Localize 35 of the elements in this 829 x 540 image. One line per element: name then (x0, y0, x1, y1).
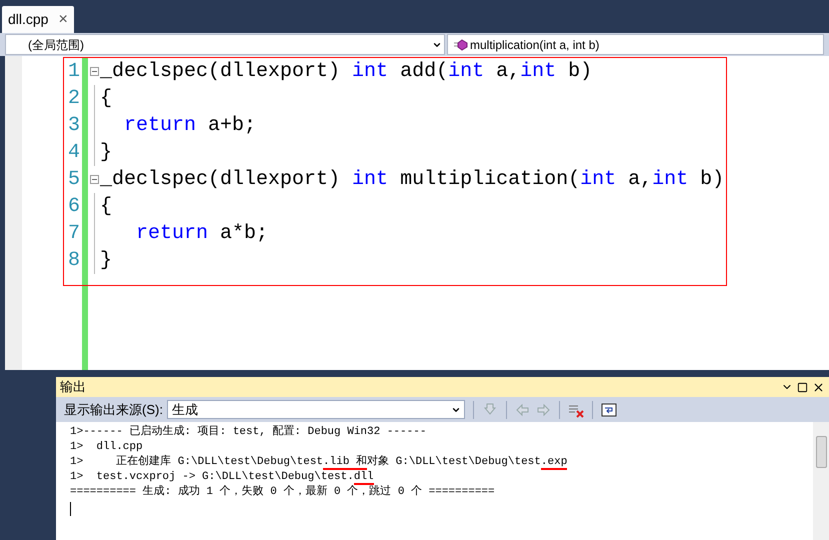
output-line: 1> dll.cpp (70, 440, 144, 455)
code-line: { (100, 194, 112, 220)
line-number: 2 (68, 86, 80, 112)
code-line: return a*b; (135, 220, 268, 246)
line-number: 1 (68, 58, 80, 84)
code-line: return a+b; (123, 112, 256, 138)
line-number: 5 (68, 166, 80, 192)
file-tab[interactable]: dll.cpp × (2, 6, 74, 33)
scope-dropdown[interactable]: (全局范围) (5, 34, 445, 55)
method-icon (454, 38, 468, 50)
line-number: 7 (68, 220, 80, 246)
collapse-icon[interactable] (90, 175, 98, 184)
output-line: 1>------ 已启动生成: 项目: test, 配置: Debug Win32 ------ (70, 425, 428, 440)
output-line: 1> 正在创建库 G:\DLL\test\Debug\test.lib 和对象 G:\DLL\test\Debug\test.exp (70, 455, 568, 470)
code-line: } (100, 140, 112, 166)
word-wrap-icon[interactable] (600, 402, 617, 418)
panel-title: 输出 (60, 378, 87, 396)
code-line: _declspec(dllexport) int multiplication(int a,int b) (100, 166, 724, 192)
code-line: { (100, 86, 112, 112)
output-line: 1> test.vcxproj -> G:\DLL\test\Debug\test.dll (70, 470, 375, 485)
line-number: 4 (68, 140, 80, 166)
member-dropdown[interactable]: multiplication(int a, int b) (447, 34, 824, 55)
scrollbar[interactable] (813, 422, 829, 540)
maximize-icon[interactable] (797, 382, 808, 392)
code-line: } (100, 248, 112, 274)
output-line: ========== 生成: 成功 1 个，失败 0 个，最新 0 个，跳过 0 个 ========== (70, 485, 496, 500)
collapse-icon[interactable] (90, 67, 98, 76)
line-number: 6 (68, 194, 80, 220)
close-icon[interactable]: × (58, 12, 68, 28)
source-dropdown[interactable]: 生成 (166, 400, 465, 419)
code-line: _declspec(dllexport) int add(int a,int b) (100, 58, 592, 84)
close-icon[interactable] (812, 380, 825, 394)
source-label: 显示输出来源(S): (64, 400, 163, 419)
line-number: 8 (68, 248, 80, 274)
line-number: 3 (68, 112, 80, 138)
